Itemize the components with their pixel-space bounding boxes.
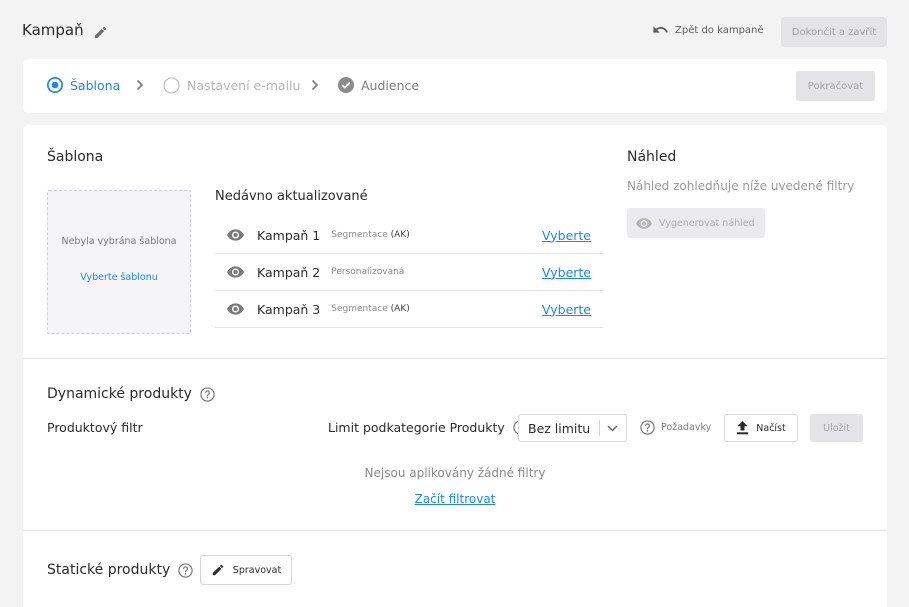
- limit-select[interactable]: Bez limitu: [518, 414, 627, 442]
- list-item: Kampaň 1 Segmentace (AK) Vyberte: [215, 217, 603, 254]
- step-email-settings-label: Nastavení e-mailu: [187, 78, 301, 93]
- load-label: Načíst: [756, 422, 786, 434]
- select-campaign-link[interactable]: Vyberte: [542, 228, 591, 243]
- undo-arrow-icon: [652, 24, 669, 37]
- page-title: Kampaň: [22, 21, 84, 39]
- recent-title: Nedávno aktualizované: [215, 189, 368, 204]
- list-item: Kampaň 3 Segmentace (AK) Vyberte: [215, 291, 603, 328]
- section-divider: [23, 358, 887, 359]
- help-icon[interactable]: [200, 386, 215, 402]
- radio-checked-icon: [47, 77, 63, 93]
- requirements-link[interactable]: Požadavky: [640, 420, 711, 435]
- dynamic-products-header: Dynamické produkty: [47, 386, 215, 402]
- static-products-header: Statické produkty: [47, 562, 193, 578]
- start-filtering-wrapper: Začít filtrovat: [23, 492, 887, 506]
- help-icon[interactable]: [178, 562, 193, 578]
- step-audience-label: Audience: [361, 77, 420, 93]
- product-filter-label: Produktový filtr: [47, 420, 143, 435]
- back-to-campaign-label: Zpět do kampaně: [675, 25, 764, 36]
- back-to-campaign-button[interactable]: Zpět do kampaně: [652, 24, 764, 37]
- main-card: Šablona Nebyla vybrána šablona Vyberte š…: [23, 125, 887, 607]
- subcategory-limit-label: Limit podkategorie Produkty: [328, 420, 505, 435]
- preview-description: Náhled zohledňuje níže uvedené filtry: [627, 179, 855, 193]
- load-button[interactable]: Načíst: [724, 414, 798, 442]
- start-filtering-link[interactable]: Začít filtrovat: [415, 492, 496, 506]
- list-item: Kampaň 2 Personalizovaná Vyberte: [215, 254, 603, 291]
- save-button[interactable]: Uložit: [810, 414, 863, 442]
- dynamic-products-title: Dynamické produkty: [47, 386, 192, 402]
- manage-label: Spravovat: [232, 564, 282, 576]
- eye-icon[interactable]: [227, 229, 244, 241]
- select-campaign-link[interactable]: Vyberte: [542, 265, 591, 280]
- subcategory-limit: Limit podkategorie Produkty: [328, 420, 528, 435]
- campaign-name: Kampaň 3: [257, 301, 321, 317]
- static-products-title: Statické produkty: [47, 562, 171, 578]
- campaign-name: Kampaň 2: [257, 264, 321, 280]
- campaign-tag: Segmentace (AK): [331, 304, 410, 314]
- section-divider: [23, 530, 887, 531]
- step-template[interactable]: Šablona: [47, 77, 120, 93]
- upload-icon: [736, 421, 749, 435]
- stepper-bar: Šablona Nastavení e-mailu Audience Pokra…: [23, 59, 887, 113]
- step-audience[interactable]: Audience: [338, 77, 419, 93]
- campaign-name: Kampaň 1: [257, 227, 321, 243]
- eye-icon[interactable]: [227, 266, 244, 278]
- generate-preview-label: Vygenerovat náhled: [659, 217, 755, 229]
- chevron-right-icon: [311, 79, 319, 91]
- chevron-down-icon: [607, 424, 618, 432]
- pencil-icon: [211, 563, 225, 577]
- generate-preview-button[interactable]: Vygenerovat náhled: [627, 208, 765, 238]
- step-template-label: Šablona: [70, 77, 121, 93]
- continue-button[interactable]: Pokračovat: [796, 71, 875, 101]
- finish-and-close-button[interactable]: Dokončit a zavřít: [781, 17, 887, 47]
- edit-title-pencil-icon[interactable]: [93, 25, 108, 40]
- check-circle-icon: [338, 77, 354, 93]
- step-email-settings[interactable]: Nastavení e-mailu: [163, 77, 300, 94]
- template-section-title: Šablona: [47, 149, 104, 165]
- eye-icon[interactable]: [227, 303, 244, 315]
- template-placeholder[interactable]: Nebyla vybrána šablona Vyberte šablonu: [47, 190, 191, 334]
- manage-button[interactable]: Spravovat: [200, 555, 292, 585]
- chevron-right-icon: [136, 79, 144, 91]
- help-icon: [640, 420, 655, 435]
- select-separator: [599, 420, 600, 436]
- no-template-text: Nebyla vybrána šablona: [61, 236, 177, 247]
- preview-title: Náhled: [627, 149, 677, 165]
- no-filters-text: Nejsou aplikovány žádné filtry: [364, 466, 546, 480]
- campaign-tag: Personalizovaná: [331, 267, 405, 277]
- radio-empty-icon: [163, 77, 180, 94]
- select-template-link[interactable]: Vyberte šablonu: [48, 272, 190, 283]
- campaign-tag: Segmentace (AK): [331, 230, 410, 240]
- requirements-label: Požadavky: [661, 422, 712, 433]
- recent-list: Kampaň 1 Segmentace (AK) Vyberte Kampaň …: [215, 217, 603, 328]
- select-campaign-link[interactable]: Vyberte: [542, 302, 591, 317]
- limit-select-value: Bez limitu: [528, 420, 591, 436]
- eye-icon: [636, 217, 652, 229]
